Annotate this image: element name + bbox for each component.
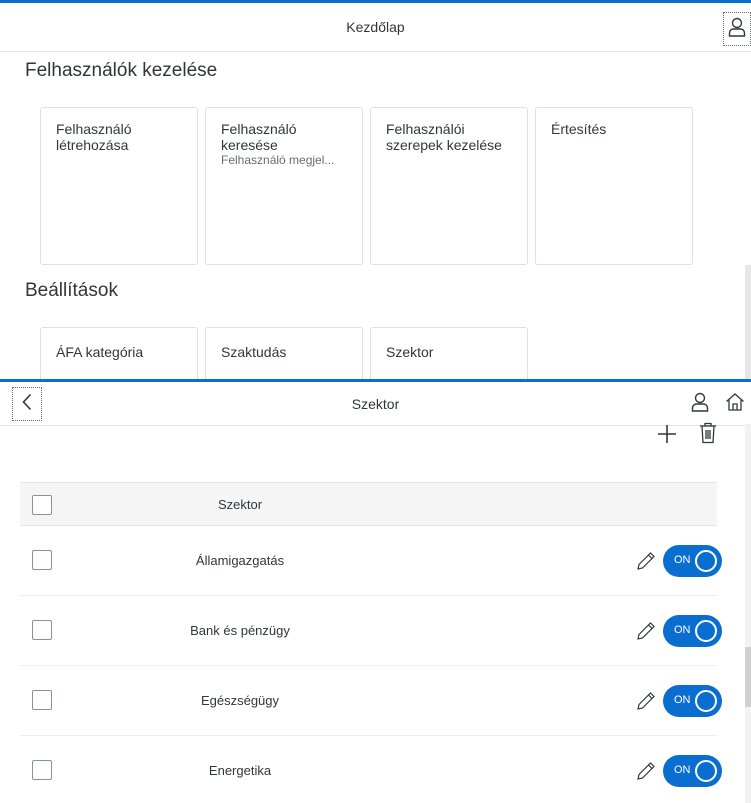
sector-header: Szektor xyxy=(0,382,751,426)
edit-button[interactable] xyxy=(636,621,656,641)
tile-sector[interactable]: Szektor xyxy=(370,327,528,380)
row-sector-name: Egészségügy xyxy=(200,693,280,708)
table-header: Szektor xyxy=(20,482,717,526)
user-button[interactable] xyxy=(688,392,712,416)
status-toggle[interactable]: ON xyxy=(663,685,722,717)
home-header-title: Kezdőlap xyxy=(346,19,405,35)
sector-panel: Szektor Szektor Államigazgatás ON Bank é… xyxy=(0,382,751,803)
tile-user-roles[interactable]: Felhasználói szerepek kezelése xyxy=(370,107,528,265)
toggle-label: ON xyxy=(674,694,691,706)
row-checkbox[interactable] xyxy=(32,550,52,570)
plus-icon xyxy=(657,424,677,449)
home-header: Kezdőlap xyxy=(0,3,751,52)
user-icon xyxy=(728,17,746,42)
sector-scrollbar-thumb[interactable] xyxy=(745,647,751,707)
column-header-sector: Szektor xyxy=(217,497,263,512)
tile-title: Értesítés xyxy=(551,121,607,137)
toggle-label: ON xyxy=(674,554,691,566)
row-checkbox[interactable] xyxy=(32,760,52,780)
home-scrollbar[interactable] xyxy=(745,265,751,380)
tile-search-user[interactable]: Felhasználó keresése Felhasználó megjel.… xyxy=(205,107,363,265)
row-checkbox[interactable] xyxy=(32,690,52,710)
toggle-label: ON xyxy=(674,624,691,636)
toggle-knob xyxy=(695,690,717,712)
row-sector-name: Energetika xyxy=(208,763,272,778)
table-row: Államigazgatás ON xyxy=(20,526,722,596)
pencil-icon xyxy=(636,762,656,785)
trash-icon xyxy=(699,422,717,449)
edit-button[interactable] xyxy=(636,691,656,711)
sector-scrollbar[interactable] xyxy=(745,424,751,803)
tile-title: Felhasználó létrehozása xyxy=(56,121,132,153)
pencil-icon xyxy=(636,622,656,645)
sector-header-title: Szektor xyxy=(351,395,400,412)
toggle-label: ON xyxy=(674,764,691,776)
status-toggle[interactable]: ON xyxy=(663,755,722,787)
edit-button[interactable] xyxy=(636,551,656,571)
tile-create-user[interactable]: Felhasználó létrehozása xyxy=(40,107,198,265)
pencil-icon xyxy=(636,692,656,715)
tile-notification[interactable]: Értesítés xyxy=(535,107,693,265)
section-title-settings: Beállítások xyxy=(25,280,118,301)
tile-title: Szaktudás xyxy=(221,344,287,360)
home-panel: Kezdőlap Felhasználók kezelése Felhaszná… xyxy=(0,0,751,380)
toggle-knob xyxy=(695,760,717,782)
user-icon xyxy=(691,392,709,417)
toggle-knob xyxy=(695,620,717,642)
edit-button[interactable] xyxy=(636,761,656,781)
add-button[interactable] xyxy=(654,423,680,449)
tile-vat-category[interactable]: ÁFA kategória xyxy=(40,327,198,380)
home-icon xyxy=(725,392,745,417)
row-sector-name: Bank és pénzügy xyxy=(190,623,290,638)
tile-title: ÁFA kategória xyxy=(56,344,144,360)
select-all-checkbox[interactable] xyxy=(32,495,52,515)
section-title-user-management: Felhasználók kezelése xyxy=(25,60,218,81)
delete-button[interactable] xyxy=(695,422,721,448)
table-row: Energetika ON xyxy=(20,736,722,803)
row-sector-name: Államigazgatás xyxy=(195,553,285,568)
table-row: Bank és pénzügy ON xyxy=(20,596,722,666)
tile-subtitle: Felhasználó megjel... xyxy=(221,153,335,167)
row-checkbox[interactable] xyxy=(32,620,52,640)
home-button[interactable] xyxy=(723,392,747,416)
pencil-icon xyxy=(636,552,656,575)
tile-title: Felhasználói szerepek kezelése xyxy=(386,121,502,153)
user-button[interactable] xyxy=(723,12,751,46)
table-row: Egészségügy ON xyxy=(20,666,722,736)
status-toggle[interactable]: ON xyxy=(663,615,722,647)
toggle-knob xyxy=(695,550,717,572)
tile-expertise[interactable]: Szaktudás xyxy=(205,327,363,380)
sector-table: Szektor Államigazgatás ON Bank és pénzüg… xyxy=(20,482,722,803)
status-toggle[interactable]: ON xyxy=(663,545,722,577)
tile-title: Felhasználó keresése xyxy=(221,121,297,153)
tile-title: Szektor xyxy=(386,344,434,360)
